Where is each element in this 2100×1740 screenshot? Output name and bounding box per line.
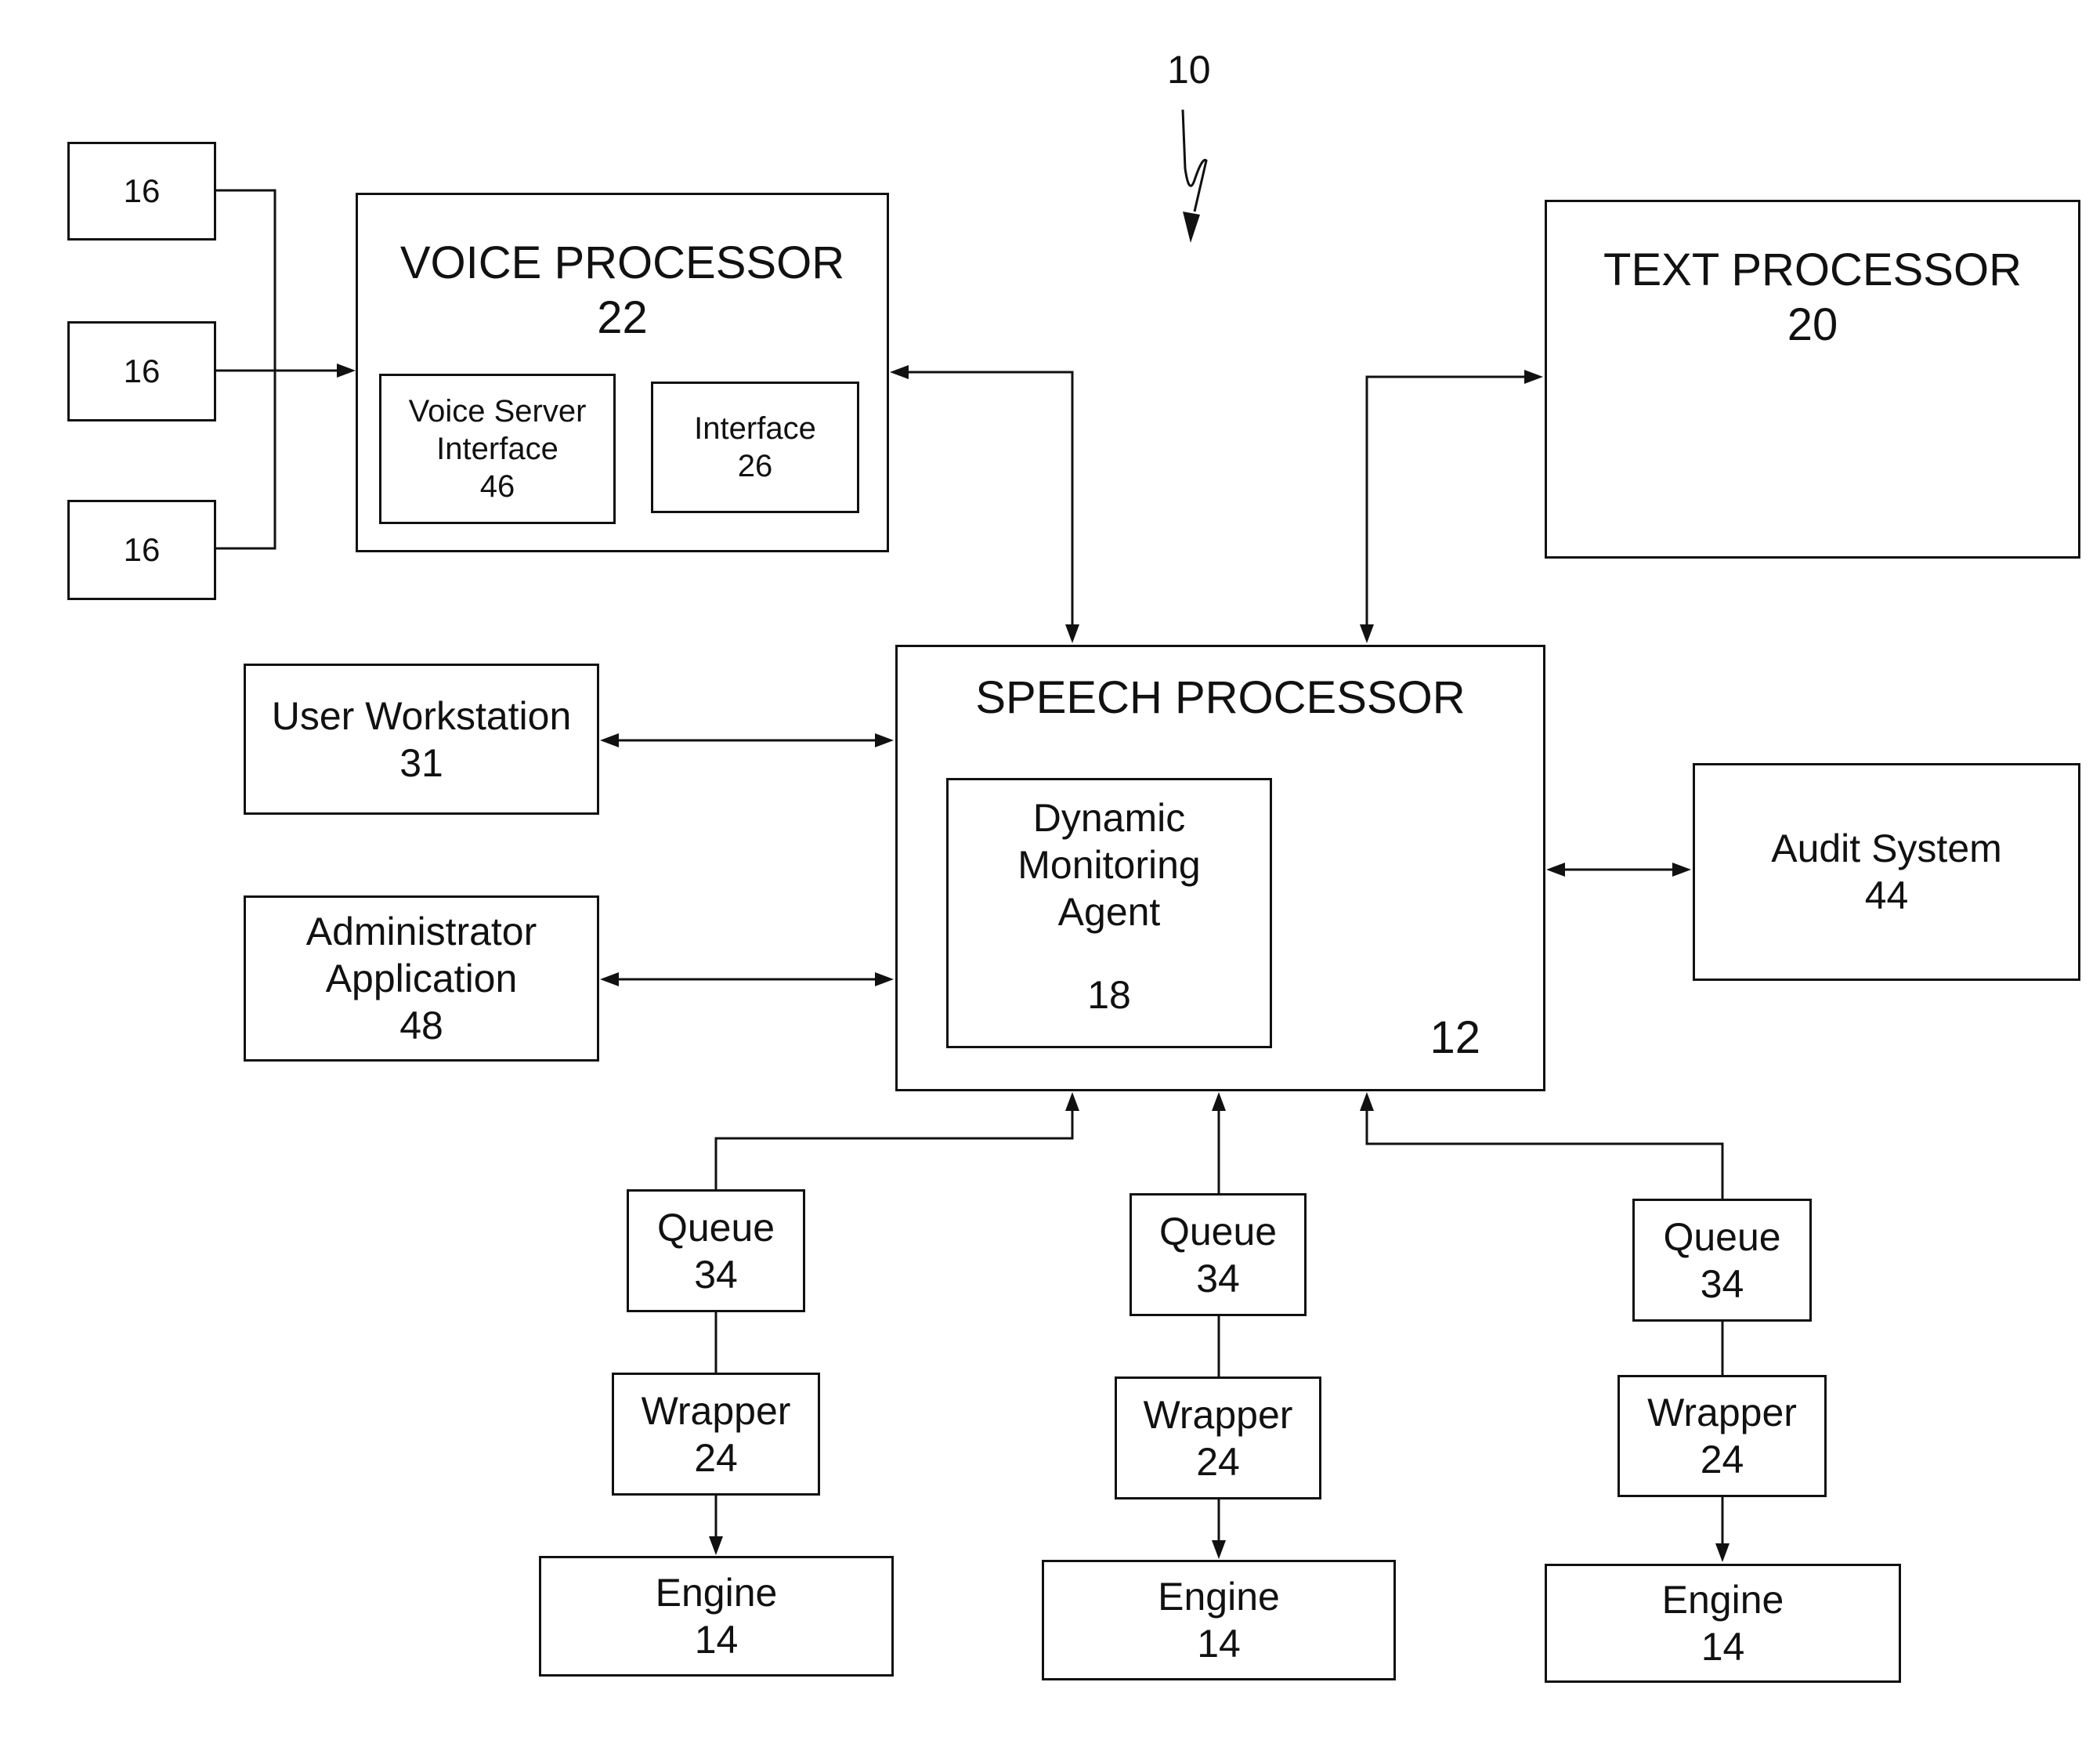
engine-number: 14 xyxy=(694,1618,739,1662)
admin-line1: Administrator xyxy=(305,910,537,953)
arrowhead xyxy=(1524,370,1543,384)
interface-number: 26 xyxy=(737,449,773,483)
dma-line3: Agent xyxy=(1057,890,1161,934)
queue-number: 34 xyxy=(1700,1261,1744,1306)
figure-leader-line xyxy=(1181,109,1208,212)
arrowhead xyxy=(890,365,909,379)
terminal-number: 16 xyxy=(123,530,161,568)
connector-queue1-speech xyxy=(714,1103,1074,1189)
audit-system-title: Audit System xyxy=(1771,827,2002,870)
arrowhead xyxy=(875,733,894,747)
admin-number: 48 xyxy=(399,1004,443,1047)
arrowhead xyxy=(1183,212,1200,243)
text-processor-number: 20 xyxy=(1787,298,1838,350)
engine-number: 14 xyxy=(1701,1625,1745,1669)
audit-system-number: 44 xyxy=(1864,874,1909,917)
administrator-application-box: Administrator Application 48 xyxy=(244,895,599,1062)
dynamic-monitoring-agent-box: Dynamic Monitoring Agent 18 xyxy=(946,778,1272,1048)
arrowhead xyxy=(1360,1092,1374,1111)
engine-title: Engine xyxy=(1661,1578,1784,1622)
terminal-number: 16 xyxy=(123,172,161,209)
queue-box: Queue 34 xyxy=(627,1189,805,1312)
interface-box: Interface 26 xyxy=(651,382,859,513)
text-processor-box: TEXT PROCESSOR 20 xyxy=(1545,200,2080,559)
arrowhead xyxy=(1715,1543,1730,1562)
engine-title: Engine xyxy=(1158,1575,1280,1619)
terminal-box: 16 xyxy=(67,321,216,421)
engine-number: 14 xyxy=(1197,1622,1241,1666)
interface-title: Interface xyxy=(694,411,816,446)
terminal-number: 16 xyxy=(123,352,161,389)
engine-title: Engine xyxy=(655,1571,778,1615)
arrowhead xyxy=(709,1536,723,1555)
vsi-line2: Interface xyxy=(436,432,558,466)
engine-box: Engine 14 xyxy=(539,1556,894,1677)
queue-box: Queue 34 xyxy=(1130,1193,1307,1316)
wrapper-number: 24 xyxy=(1196,1439,1240,1484)
queue-title: Queue xyxy=(656,1205,775,1250)
wrapper-number: 24 xyxy=(1700,1438,1744,1481)
arrowhead xyxy=(1360,624,1374,643)
wrapper-number: 24 xyxy=(694,1435,738,1480)
text-processor-title: TEXT PROCESSOR xyxy=(1603,244,2022,295)
voice-processor-number: 22 xyxy=(597,291,648,343)
user-workstation-number: 31 xyxy=(399,740,443,785)
queue-title: Queue xyxy=(1158,1209,1278,1253)
arrowhead xyxy=(1065,624,1079,643)
wrapper-box: Wrapper 24 xyxy=(1115,1376,1321,1499)
user-workstation-title: User Workstation xyxy=(271,693,572,738)
connector-text-speech xyxy=(1365,375,1534,631)
engine-box: Engine 14 xyxy=(1545,1564,1901,1683)
vsi-line1: Voice Server xyxy=(408,394,587,429)
terminal-box: 16 xyxy=(67,142,216,241)
queue-number: 34 xyxy=(1196,1256,1240,1300)
vsi-number: 46 xyxy=(479,469,515,504)
arrowhead xyxy=(337,364,356,378)
wrapper-title: Wrapper xyxy=(1647,1391,1797,1434)
voice-processor-title: VOICE PROCESSOR xyxy=(399,237,845,288)
connector-queue3-speech xyxy=(1365,1103,1724,1199)
wrapper-box: Wrapper 24 xyxy=(1617,1375,1827,1497)
arrowhead xyxy=(600,972,619,986)
engine-box: Engine 14 xyxy=(1042,1560,1396,1680)
figure-label: 10 xyxy=(1167,48,1211,92)
arrowhead xyxy=(1546,863,1565,877)
queue-number: 34 xyxy=(694,1252,738,1297)
connector-voice-speech xyxy=(901,371,1074,631)
speech-processor-number: 12 xyxy=(1430,1012,1480,1064)
arrowhead xyxy=(1065,1092,1079,1111)
wrapper-title: Wrapper xyxy=(1143,1392,1293,1437)
dma-line1: Dynamic xyxy=(1032,796,1186,840)
queue-title: Queue xyxy=(1663,1214,1781,1259)
voice-server-interface-box: Voice Server Interface 46 xyxy=(379,374,616,524)
speech-processor-title: SPEECH PROCESSOR xyxy=(975,672,1466,723)
arrowhead xyxy=(600,733,619,747)
dma-number: 18 xyxy=(1087,973,1131,1017)
audit-system-box: Audit System 44 xyxy=(1693,763,2080,981)
admin-line2: Application xyxy=(325,957,518,1000)
wrapper-title: Wrapper xyxy=(641,1388,791,1433)
dma-line2: Monitoring xyxy=(1017,843,1201,887)
arrowhead xyxy=(1212,1540,1226,1559)
arrowhead xyxy=(875,972,894,986)
wrapper-box: Wrapper 24 xyxy=(612,1373,820,1496)
queue-box: Queue 34 xyxy=(1632,1199,1812,1322)
arrowhead xyxy=(1672,863,1691,877)
arrowhead xyxy=(1212,1092,1226,1111)
terminal-box: 16 xyxy=(67,500,216,600)
user-workstation-box: User Workstation 31 xyxy=(244,664,599,815)
